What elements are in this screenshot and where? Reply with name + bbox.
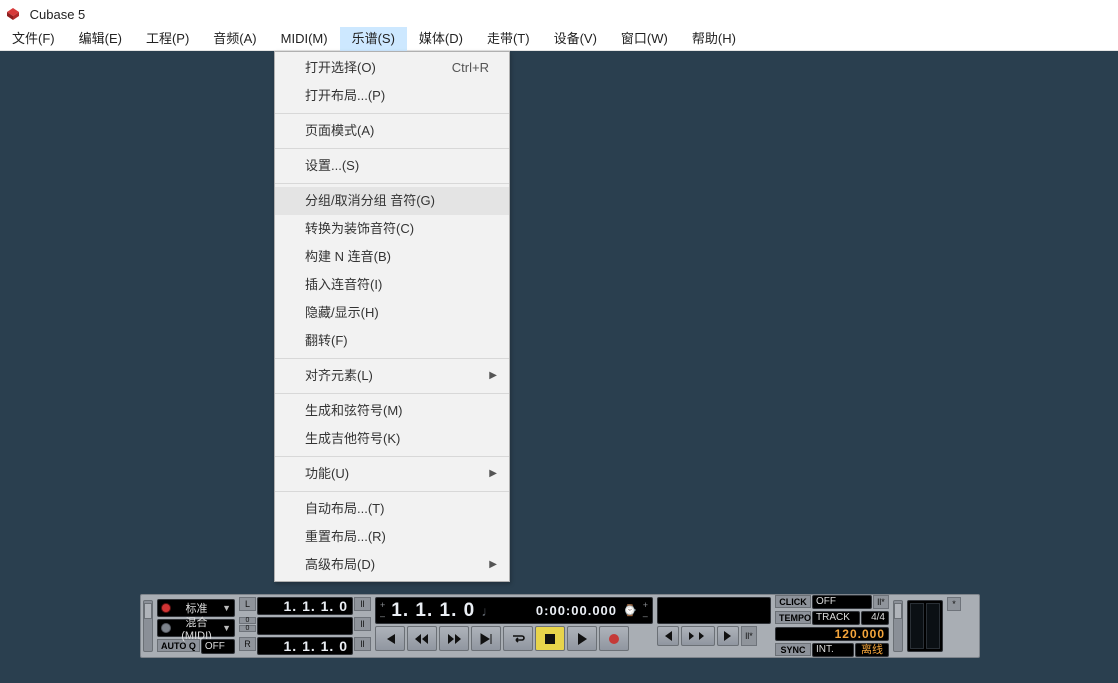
shortcut: Ctrl+R bbox=[452, 54, 489, 82]
panel-setup-button[interactable]: * bbox=[947, 597, 961, 611]
menu-2[interactable]: 工程(P) bbox=[134, 27, 201, 51]
locator-right-button[interactable]: R bbox=[239, 637, 256, 651]
record-button[interactable] bbox=[599, 626, 629, 651]
menu-item[interactable]: 翻转(F) bbox=[275, 327, 509, 355]
transport-panel: 标准 ▼ 混合(MIDI) ▼ AUTO Q OFF L 1. 1. 1. 0 … bbox=[140, 594, 980, 658]
app-title: Cubase 5 bbox=[30, 7, 86, 22]
click-value[interactable]: OFF bbox=[812, 595, 872, 609]
cycle-button[interactable] bbox=[503, 626, 533, 651]
tempo-value[interactable]: 120.000 bbox=[775, 627, 889, 641]
cycle-mode-select[interactable]: 混合(MIDI) bbox=[171, 614, 222, 642]
chevron-down-icon: ▼ bbox=[222, 623, 231, 633]
menu-item[interactable]: 设置...(S) bbox=[275, 152, 509, 180]
punch-in-button[interactable]: ll bbox=[354, 597, 371, 611]
menu-item[interactable]: 打开选择(O)Ctrl+R bbox=[275, 54, 509, 82]
punch-out-alt-button[interactable]: ll bbox=[354, 617, 371, 631]
menu-bar: 文件(F)编辑(E)工程(P)音频(A)MIDI(M)乐谱(S)媒体(D)走带(… bbox=[0, 27, 1118, 51]
menu-separator bbox=[275, 456, 509, 457]
menu-item[interactable]: 重置布局...(R) bbox=[275, 523, 509, 551]
show-markers-button[interactable] bbox=[681, 626, 715, 646]
autoq-value[interactable]: OFF bbox=[201, 639, 235, 654]
menu-separator bbox=[275, 183, 509, 184]
goto-start-button[interactable] bbox=[375, 626, 405, 651]
punch-out-button[interactable]: ll bbox=[354, 637, 371, 651]
menu-item[interactable]: 分组/取消分组 音符(G) bbox=[275, 187, 509, 215]
note-icon: ♩ bbox=[481, 603, 495, 619]
menu-4[interactable]: MIDI(M) bbox=[269, 27, 340, 51]
menu-item[interactable]: 对齐元素(L)▶ bbox=[275, 362, 509, 390]
sync-status: 离线 bbox=[855, 643, 889, 657]
menu-item[interactable]: 转换为装饰音符(C) bbox=[275, 215, 509, 243]
menu-separator bbox=[275, 491, 509, 492]
locator-left-button[interactable]: L bbox=[239, 597, 256, 611]
cycle-indicator-icon bbox=[161, 623, 171, 633]
title-bar: Cubase 5 bbox=[0, 0, 1118, 27]
menu-0[interactable]: 文件(F) bbox=[0, 27, 67, 51]
menu-item[interactable]: 功能(U)▶ bbox=[275, 460, 509, 488]
prev-marker-button[interactable] bbox=[657, 626, 679, 646]
menu-5[interactable]: 乐谱(S) bbox=[340, 27, 407, 51]
menu-item[interactable]: 生成和弦符号(M) bbox=[275, 397, 509, 425]
chevron-down-icon: ▼ bbox=[222, 603, 231, 613]
menu-item[interactable]: 页面模式(A) bbox=[275, 117, 509, 145]
performance-meter[interactable] bbox=[143, 600, 153, 652]
post-roll-button[interactable]: 0 bbox=[239, 625, 256, 632]
next-marker-button[interactable] bbox=[717, 626, 739, 646]
submenu-arrow-icon: ▶ bbox=[489, 551, 497, 579]
menu-8[interactable]: 设备(V) bbox=[542, 27, 609, 51]
stop-button[interactable] bbox=[535, 626, 565, 651]
clock-icon: ⌚ bbox=[623, 604, 637, 617]
menu-separator bbox=[275, 148, 509, 149]
menu-item[interactable]: 生成吉他符号(K) bbox=[275, 425, 509, 453]
menu-item[interactable]: 高级布局(D)▶ bbox=[275, 551, 509, 579]
sync-label: SYNC bbox=[775, 643, 811, 656]
click-label: CLICK bbox=[775, 595, 811, 608]
menu-separator bbox=[275, 113, 509, 114]
pre-roll-button[interactable]: 0 bbox=[239, 617, 256, 624]
menu-item[interactable]: 打开布局...(P) bbox=[275, 82, 509, 110]
rewind-button[interactable] bbox=[407, 626, 437, 651]
sync-mode[interactable]: INT. bbox=[812, 643, 854, 657]
submenu-arrow-icon: ▶ bbox=[489, 460, 497, 488]
record-indicator-icon bbox=[161, 603, 171, 613]
menu-1[interactable]: 编辑(E) bbox=[67, 27, 134, 51]
locator-left-value[interactable]: 1. 1. 1. 0 bbox=[257, 597, 353, 615]
menu-6[interactable]: 媒体(D) bbox=[407, 27, 475, 51]
locator-right-value[interactable]: 1. 1. 1. 0 bbox=[257, 637, 353, 655]
forward-button[interactable] bbox=[439, 626, 469, 651]
menu-3[interactable]: 音频(A) bbox=[201, 27, 268, 51]
secondary-time-display[interactable]: 0:00:00.000 bbox=[536, 603, 617, 618]
tempo-mode[interactable]: TRACK bbox=[812, 611, 860, 625]
goto-end-button[interactable] bbox=[471, 626, 501, 651]
precount-button[interactable]: ll* bbox=[873, 595, 889, 609]
menu-separator bbox=[275, 358, 509, 359]
level-fader[interactable] bbox=[893, 600, 903, 652]
main-area: 标准 ▼ 混合(MIDI) ▼ AUTO Q OFF L 1. 1. 1. 0 … bbox=[0, 51, 1118, 683]
play-button[interactable] bbox=[567, 626, 597, 651]
menu-7[interactable]: 走带(T) bbox=[475, 27, 542, 51]
submenu-arrow-icon: ▶ bbox=[489, 362, 497, 390]
app-icon bbox=[6, 7, 20, 21]
menu-10[interactable]: 帮助(H) bbox=[680, 27, 748, 51]
menu-item[interactable]: 隐藏/显示(H) bbox=[275, 299, 509, 327]
tempo-label: TEMPO bbox=[775, 611, 811, 624]
output-meter bbox=[907, 600, 943, 652]
menu-item[interactable]: 构建 N 连音(B) bbox=[275, 243, 509, 271]
scores-menu-dropdown: 打开选择(O)Ctrl+R打开布局...(P) 页面模式(A) 设置...(S) 分组… bbox=[274, 51, 510, 582]
menu-item[interactable]: 自动布局...(T) bbox=[275, 495, 509, 523]
markers-arrange-button[interactable]: ll* bbox=[741, 626, 757, 646]
menu-item[interactable]: 插入连音符(I) bbox=[275, 271, 509, 299]
time-signature[interactable]: 4/4 bbox=[861, 611, 889, 625]
primary-time-display[interactable]: 1. 1. 1. 0 bbox=[391, 600, 475, 622]
menu-separator bbox=[275, 393, 509, 394]
menu-9[interactable]: 窗口(W) bbox=[609, 27, 680, 51]
